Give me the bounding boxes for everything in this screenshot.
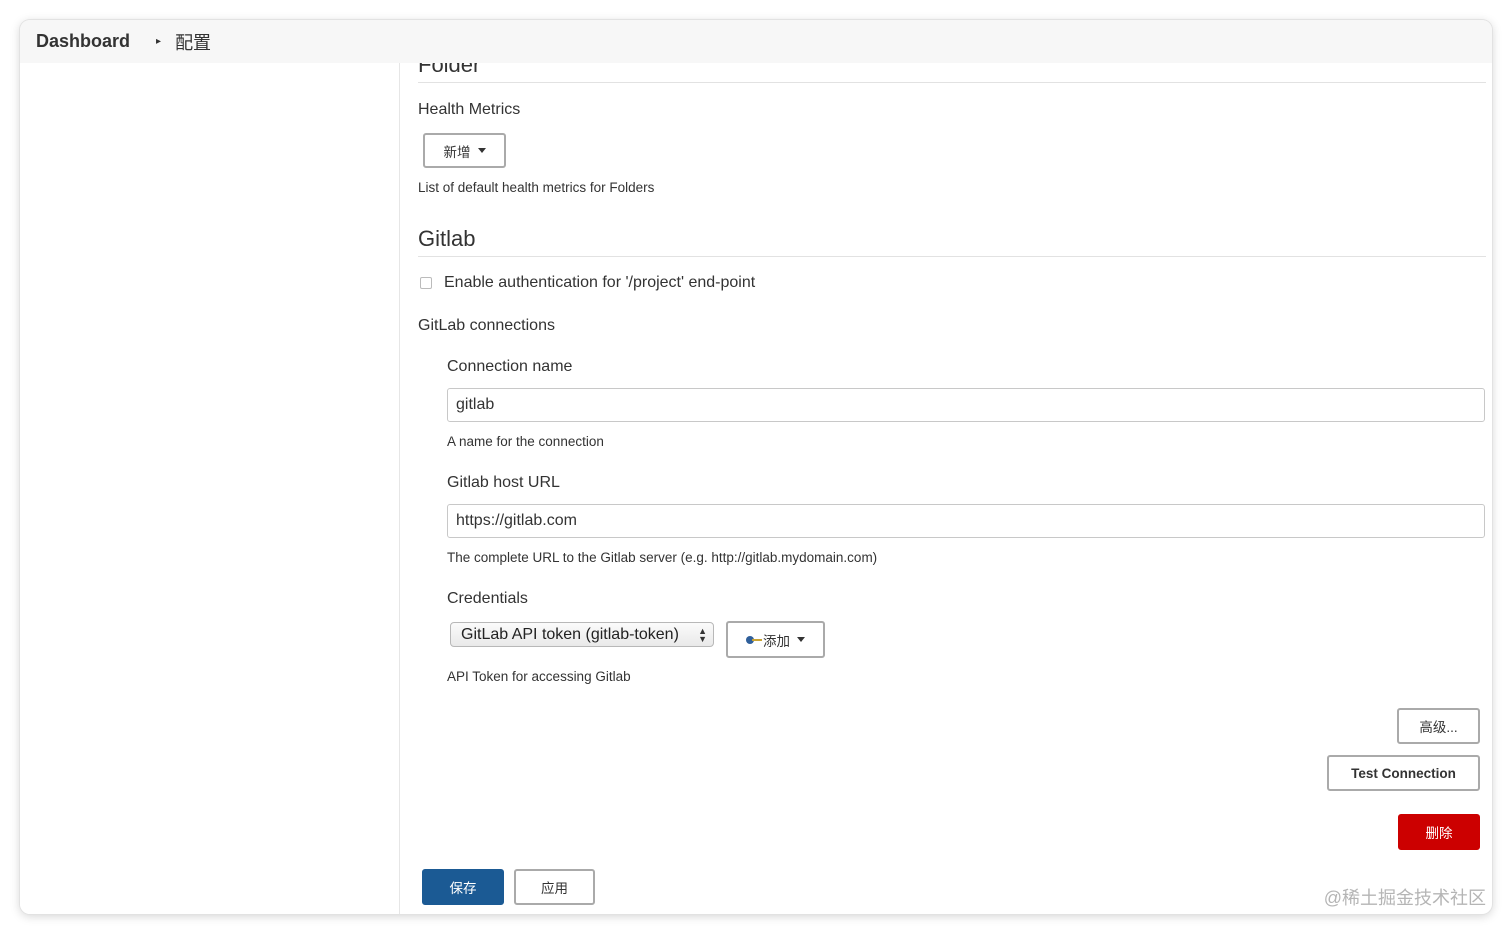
host-url-help: The complete URL to the Gitlab server (e… <box>447 550 878 565</box>
watermark: @稀土掘金技术社区 <box>1323 888 1486 908</box>
host-url-label: Gitlab host URL <box>447 474 560 491</box>
credentials-selected-value: GitLab API token (gitlab-token) <box>461 625 679 643</box>
config-form: Folder Health Metrics 新增 List of default… <box>400 20 1492 914</box>
connection-name-input[interactable] <box>447 388 1485 422</box>
gitlab-section-divider <box>418 256 1486 257</box>
browser-window: Dashboard ▸ 配置 Folder Health Metrics 新增 … <box>20 20 1492 914</box>
enable-auth-checkbox[interactable] <box>420 277 432 289</box>
enable-auth-label[interactable]: Enable authentication for '/project' end… <box>444 274 755 292</box>
apply-label: 应用 <box>541 881 568 896</box>
connection-name-label: Connection name <box>447 358 573 375</box>
credentials-add-button[interactable]: 添加 <box>726 621 825 658</box>
sidebar <box>20 63 400 914</box>
caret-down-icon <box>797 637 805 642</box>
apply-button[interactable]: 应用 <box>514 869 595 905</box>
folder-section-divider <box>418 82 1486 83</box>
save-button[interactable]: 保存 <box>422 869 504 905</box>
credentials-label: Credentials <box>447 590 528 607</box>
advanced-button[interactable]: 高级... <box>1397 708 1480 744</box>
test-connection-button[interactable]: Test Connection <box>1327 755 1480 791</box>
health-metrics-label: Health Metrics <box>418 101 521 118</box>
health-metrics-add-button[interactable]: 新增 <box>423 133 506 168</box>
advanced-label: 高级... <box>1419 720 1458 735</box>
key-icon <box>746 635 762 644</box>
breadcrumb-bar: Dashboard ▸ 配置 <box>20 20 1492 63</box>
gitlab-connections-label: GitLab connections <box>418 317 555 334</box>
health-metrics-help: List of default health metrics for Folde… <box>418 180 655 195</box>
delete-connection-button[interactable]: 删除 <box>1398 814 1480 850</box>
test-connection-label: Test Connection <box>1351 765 1456 781</box>
save-label: 保存 <box>449 881 477 896</box>
breadcrumb-dashboard-link[interactable]: Dashboard <box>36 31 130 52</box>
gitlab-section-title: Gitlab <box>418 226 476 251</box>
select-arrows-icon: ▲ ▼ <box>698 626 707 644</box>
credentials-help: API Token for accessing Gitlab <box>447 669 631 684</box>
host-url-input[interactable] <box>447 504 1485 538</box>
credentials-add-label: 添加 <box>763 633 790 649</box>
health-metrics-add-label: 新增 <box>443 144 471 160</box>
delete-label: 删除 <box>1425 826 1453 841</box>
caret-down-icon <box>477 148 486 153</box>
connection-name-help: A name for the connection <box>447 434 604 449</box>
chevron-right-icon[interactable]: ▸ <box>156 36 161 47</box>
credentials-select[interactable]: GitLab API token (gitlab-token) ▲ ▼ <box>450 622 714 647</box>
breadcrumb-current: 配置 <box>175 32 212 53</box>
